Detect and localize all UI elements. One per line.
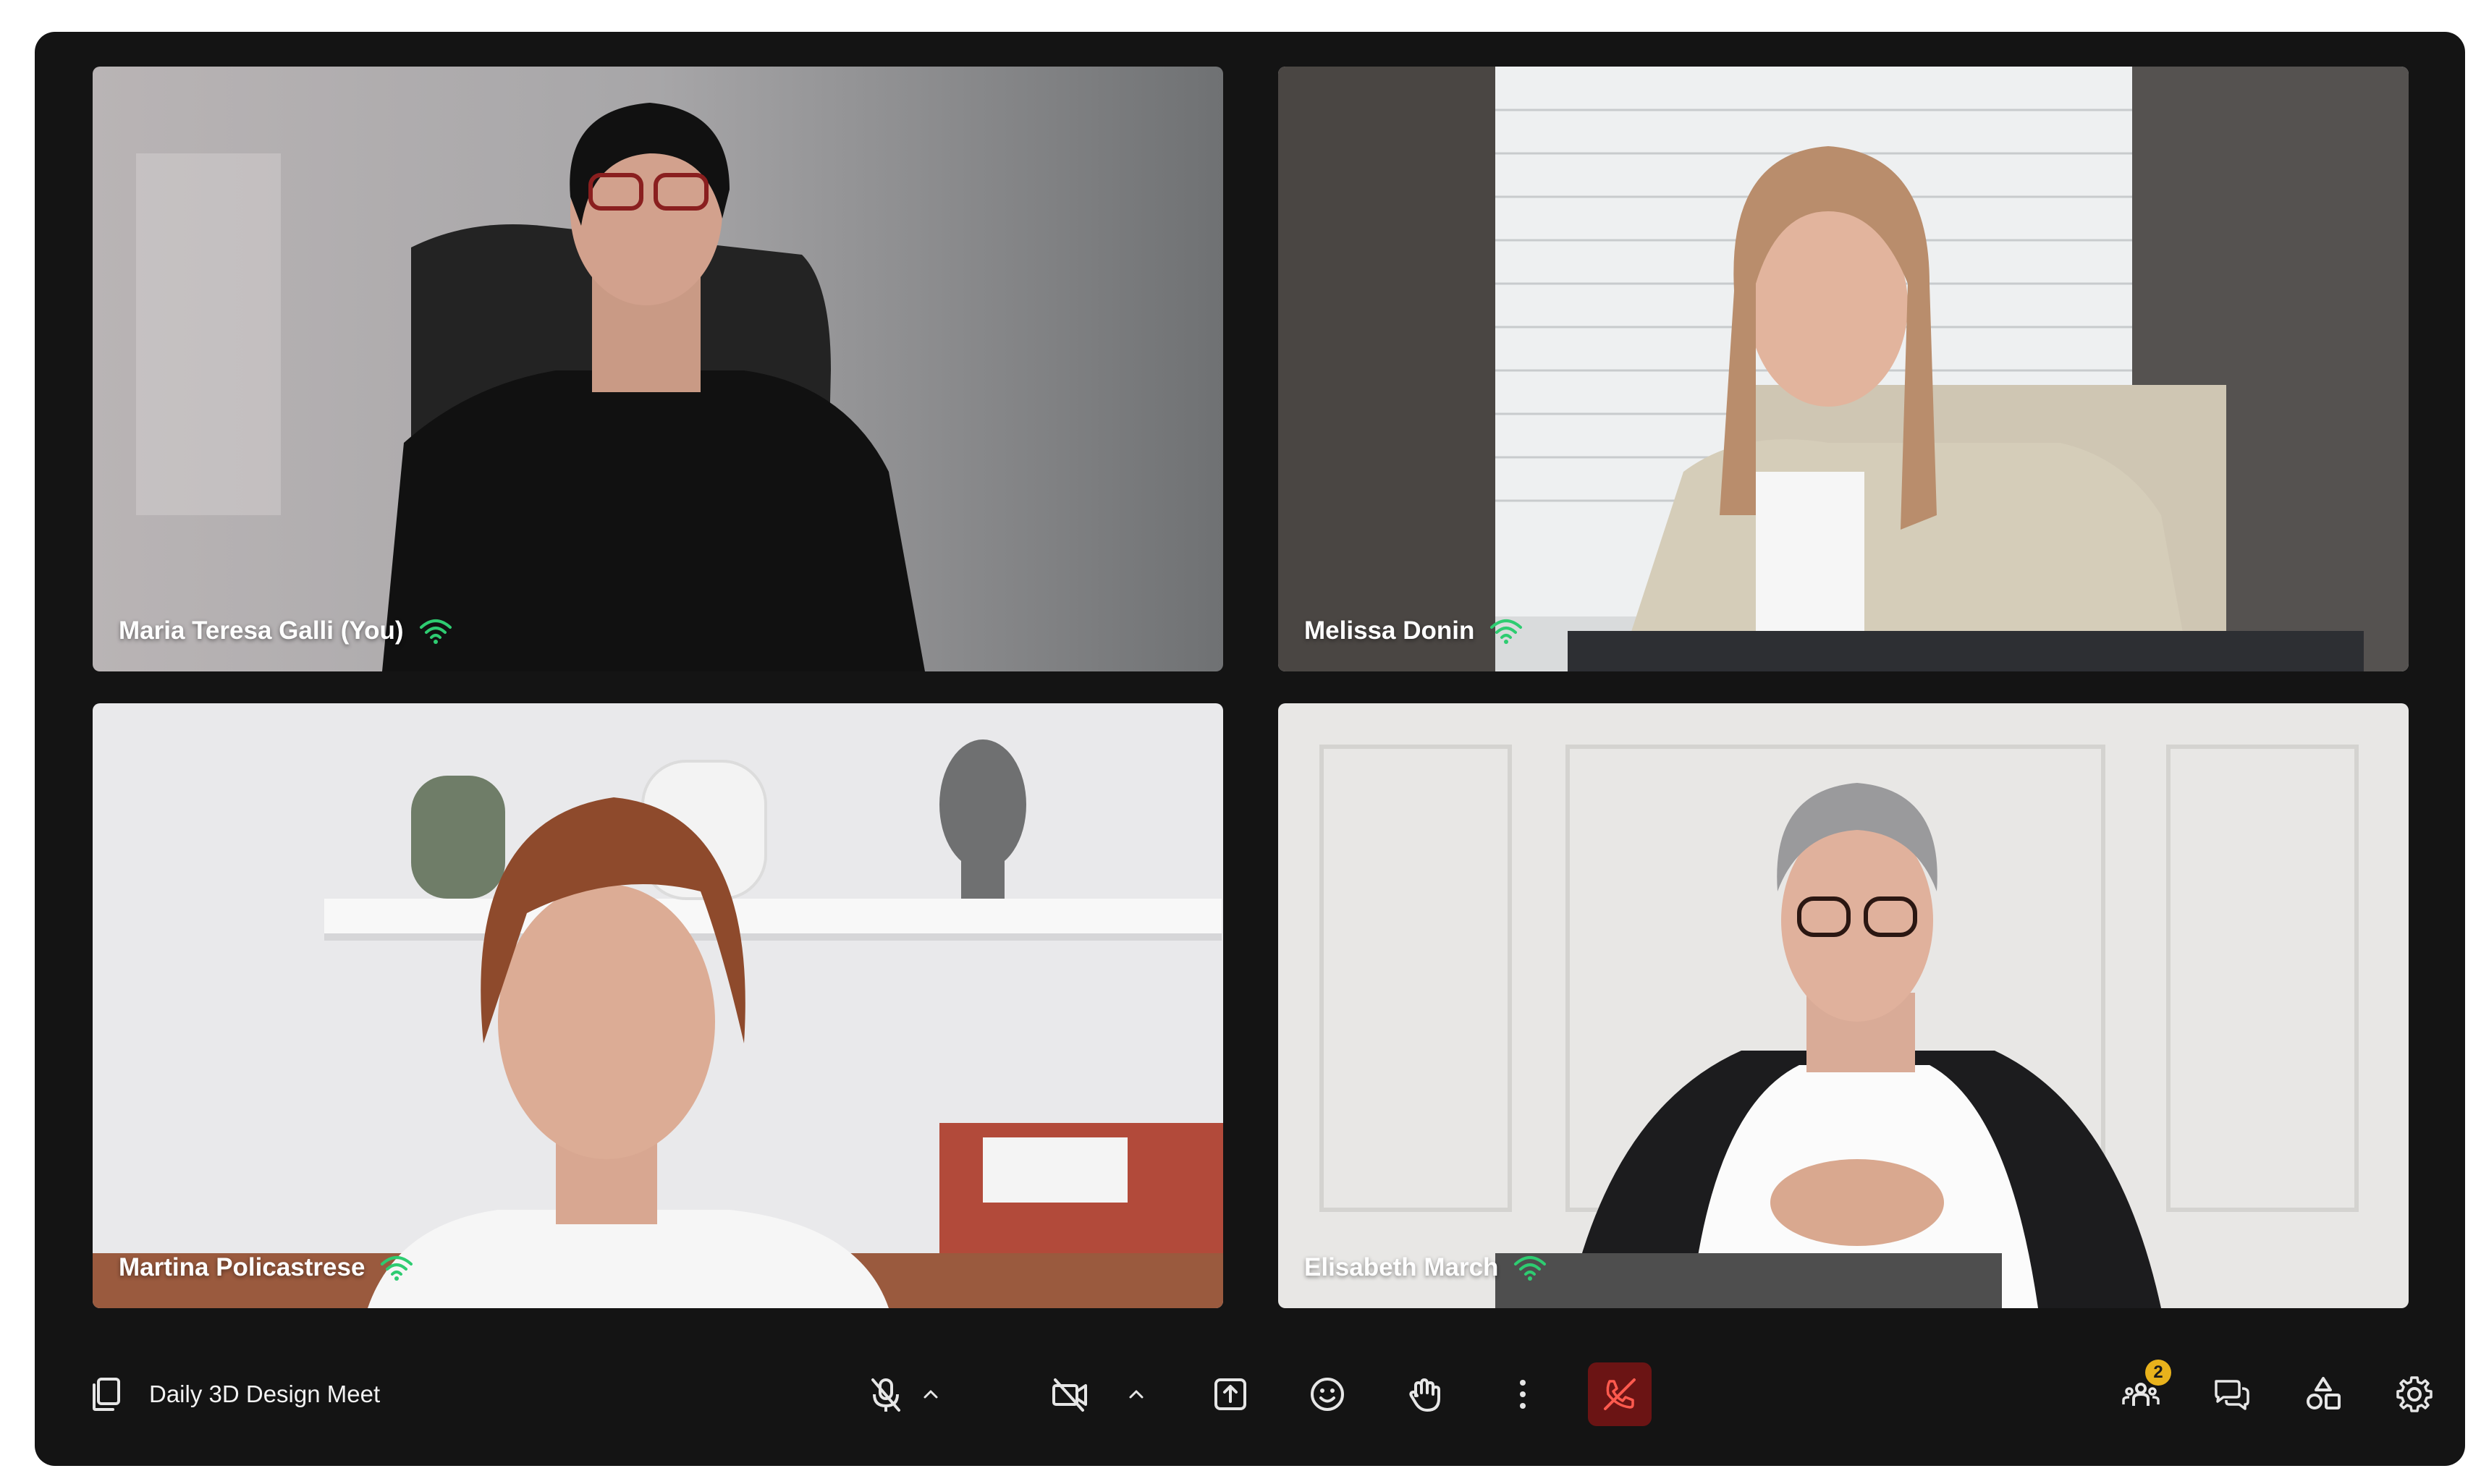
chevron-up-icon: [1129, 1390, 1144, 1399]
camera-off-icon: [1052, 1378, 1087, 1412]
hand-icon: [1409, 1378, 1440, 1412]
reactions-button[interactable]: [1296, 1362, 1359, 1426]
mute-button[interactable]: [854, 1362, 918, 1426]
participant-name: Elisabeth March: [1304, 1253, 1499, 1281]
participant-name-tag: Martina Policastrese: [119, 1253, 414, 1282]
participant-name-tag: Elisabeth March: [1304, 1253, 1547, 1282]
phone-off-icon: [1604, 1378, 1636, 1410]
video-feed: [93, 703, 1223, 1308]
participant-name: Martina Policastrese: [119, 1253, 365, 1281]
leave-call-button[interactable]: [1588, 1362, 1652, 1426]
video-feed: [1278, 703, 2409, 1308]
gear-icon: [2396, 1376, 2433, 1412]
camera-button[interactable]: [1038, 1362, 1102, 1426]
participant-name-tag: Maria Teresa Galli (You): [119, 616, 453, 645]
copy-icon[interactable]: [90, 1376, 123, 1412]
more-options-button[interactable]: [1491, 1362, 1555, 1426]
video-tile-elisabeth[interactable]: Elisabeth March: [1278, 703, 2409, 1308]
participant-name: Melissa Donin: [1304, 616, 1475, 645]
raise-hand-button[interactable]: [1392, 1362, 1456, 1426]
meeting-title: Daily 3D Design Meet: [149, 1381, 381, 1407]
participants-button[interactable]: 2: [2109, 1360, 2173, 1426]
video-feed: [1278, 67, 2409, 671]
participant-name-tag: Melissa Donin: [1304, 616, 1523, 645]
signal-icon: [419, 619, 452, 644]
mic-options-button[interactable]: [909, 1362, 952, 1426]
meeting-info: Daily 3D Design Meet: [90, 1323, 380, 1466]
settings-button[interactable]: [2383, 1362, 2446, 1426]
participants-count-badge: 2: [2145, 1360, 2171, 1386]
call-toolbar: Daily 3D Design Meet 2: [35, 1323, 2465, 1466]
shapes-icon: [2307, 1377, 2341, 1409]
more-vertical-icon: [1520, 1380, 1526, 1409]
signal-icon: [1514, 1256, 1547, 1281]
share-screen-icon: [1214, 1378, 1246, 1410]
mic-off-icon: [871, 1378, 900, 1412]
video-tile-martina[interactable]: Martina Policastrese: [93, 703, 1223, 1308]
video-tile-maria[interactable]: Maria Teresa Galli (You): [93, 67, 1223, 671]
meeting-window: Maria Teresa Galli (You) Melissa Donin M…: [35, 32, 2465, 1466]
video-feed: [93, 67, 1223, 671]
chat-icon: [2215, 1380, 2249, 1410]
video-tile-melissa[interactable]: Melissa Donin: [1278, 67, 2409, 671]
apps-button[interactable]: [2291, 1362, 2355, 1426]
signal-icon: [381, 1256, 413, 1281]
chat-button[interactable]: [2200, 1362, 2264, 1426]
participant-name: Maria Teresa Galli (You): [119, 616, 404, 645]
camera-options-button[interactable]: [1115, 1362, 1158, 1426]
emoji-icon: [1311, 1378, 1344, 1411]
signal-icon: [1490, 619, 1523, 644]
chevron-up-icon: [923, 1390, 938, 1399]
share-screen-button[interactable]: [1199, 1362, 1262, 1426]
